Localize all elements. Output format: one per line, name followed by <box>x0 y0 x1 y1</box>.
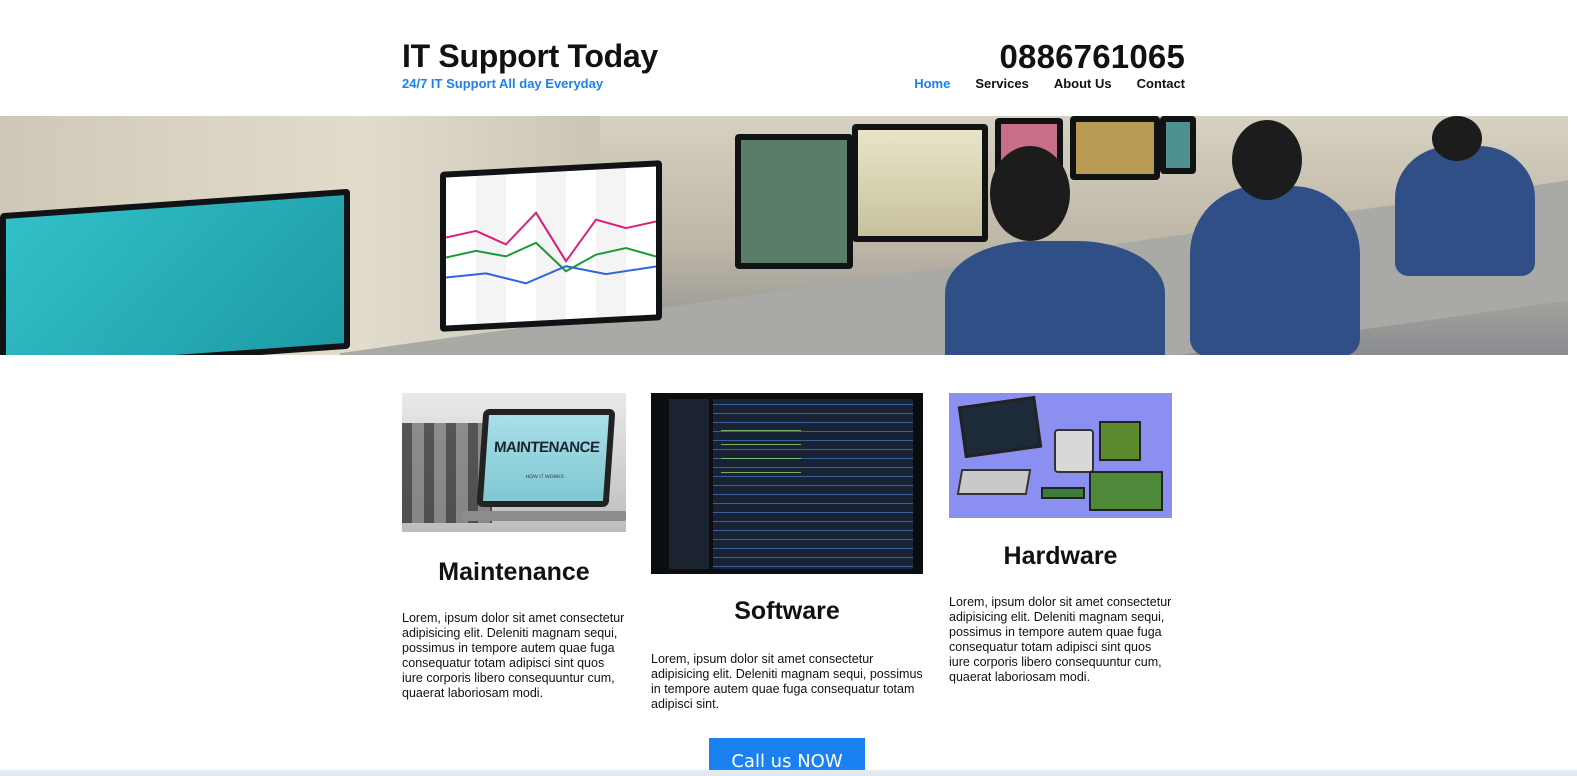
maintenance-image: MAINTENANCE HOW IT WORKS <box>402 393 626 532</box>
hero-person-2-head <box>1232 120 1302 200</box>
hero-monitor-6 <box>1070 116 1160 180</box>
site-title: IT Support Today <box>402 38 658 74</box>
site-tagline: 24/7 IT Support All day Everyday <box>402 76 604 91</box>
hardware-image <box>949 393 1172 518</box>
main-nav: Home Services About Us Contact <box>914 76 1185 91</box>
maintenance-heading: Maintenance <box>438 558 590 586</box>
hero-monitor-7 <box>1160 116 1196 174</box>
service-card-software: Software Lorem, ipsum dolor sit amet con… <box>651 393 923 712</box>
hero-person-3-head <box>1432 116 1482 161</box>
software-heading: Software <box>734 597 840 625</box>
hardware-optical-drive <box>956 469 1032 495</box>
nav-item-services[interactable]: Services <box>975 76 1029 91</box>
hardware-hard-drive <box>1054 429 1094 473</box>
hardware-description: Lorem, ipsum dolor sit amet consectetur … <box>949 595 1172 684</box>
software-editor-sidebar <box>669 399 709 569</box>
maintenance-screen-text: MAINTENANCE <box>493 439 601 456</box>
hardware-ram-stick <box>1041 487 1085 499</box>
hero-monitor-2 <box>440 160 662 332</box>
hero-person-1 <box>945 241 1165 355</box>
maintenance-description: Lorem, ipsum dolor sit amet consectetur … <box>402 611 625 700</box>
hero-person-2 <box>1190 186 1360 355</box>
page-bottom-strip <box>0 770 1577 776</box>
hardware-heading: Hardware <box>1003 542 1118 570</box>
nav-item-about-us[interactable]: About Us <box>1054 76 1112 91</box>
service-card-maintenance: MAINTENANCE HOW IT WORKS Maintenance Lor… <box>402 393 626 701</box>
hardware-monitor <box>957 395 1043 459</box>
maintenance-screen-subtext: HOW IT WORKS <box>525 474 565 480</box>
hardware-circuit-board-1 <box>1099 421 1141 461</box>
software-code-highlights <box>721 423 801 483</box>
nav-item-contact[interactable]: Contact <box>1137 76 1185 91</box>
software-image <box>651 393 923 574</box>
hero-monitor-1 <box>0 188 350 355</box>
hardware-motherboard <box>1089 471 1163 511</box>
hero-monitor-4 <box>852 124 988 242</box>
hero-graph-lines <box>445 211 657 285</box>
maintenance-laptop-screen: MAINTENANCE HOW IT WORKS <box>476 409 616 507</box>
service-card-hardware: Hardware Lorem, ipsum dolor sit amet con… <box>949 393 1172 685</box>
hero-monitor-3 <box>735 134 853 269</box>
maintenance-laptop-base <box>462 511 626 521</box>
hero-person-1-head <box>990 146 1070 241</box>
software-description: Lorem, ipsum dolor sit amet consectetur … <box>651 652 923 711</box>
phone-number[interactable]: 0886761065 <box>999 38 1185 76</box>
nav-item-home[interactable]: Home <box>914 76 950 91</box>
hero-person-3 <box>1395 146 1535 276</box>
hero-banner-image <box>0 116 1568 355</box>
